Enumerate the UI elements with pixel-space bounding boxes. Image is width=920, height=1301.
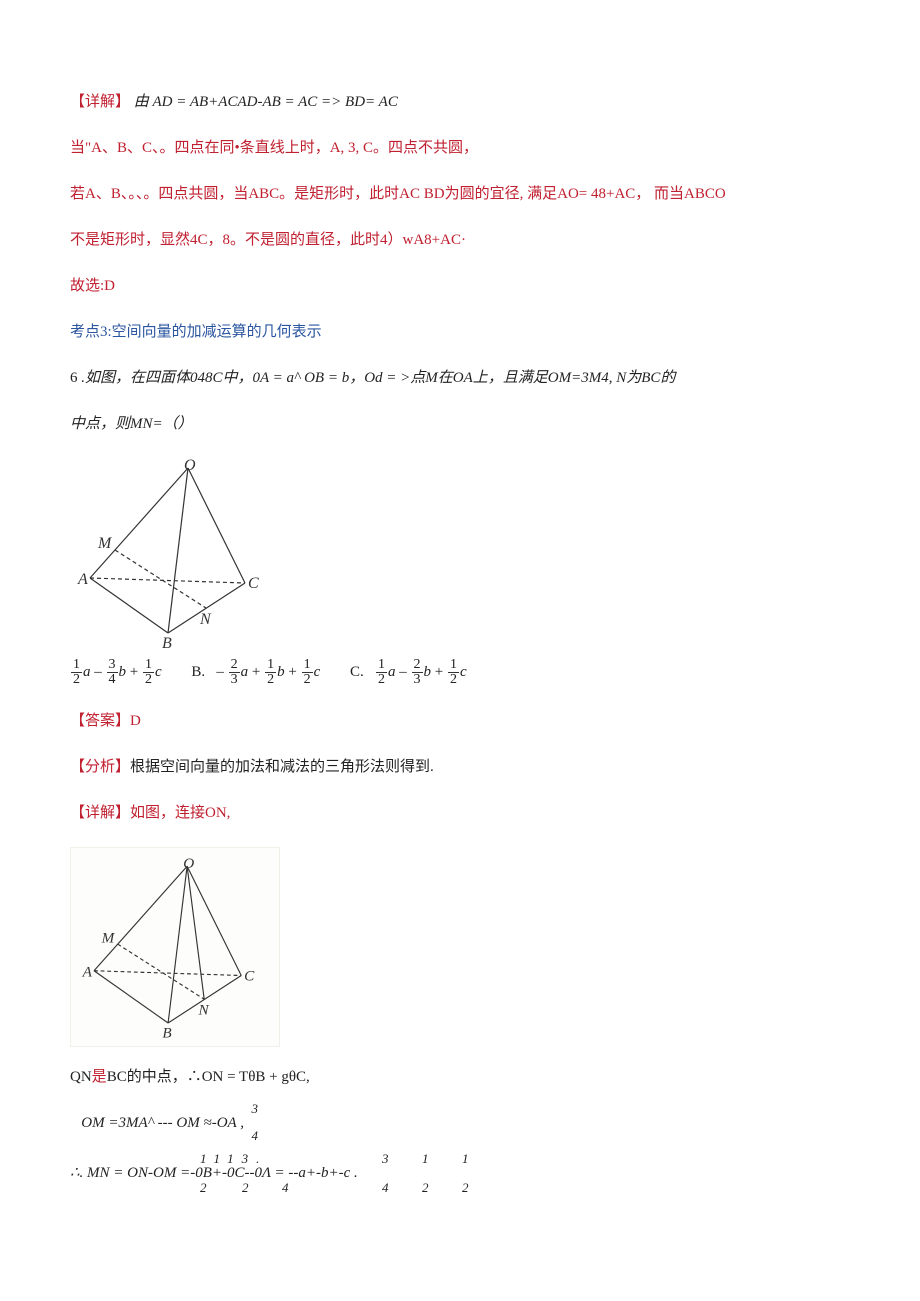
analysis-body: 根据空间向量的加法和减法的三角形法则得到.: [130, 759, 434, 775]
choices-row: 12a – 34b + 12c B. – 23a + 12b + 12c C. …: [70, 658, 850, 687]
detail2-tag: 【详解】: [70, 805, 130, 821]
om-under: 4: [248, 1126, 262, 1147]
tetra-figure-2-box: O A B C M N: [70, 847, 280, 1047]
analysis-line: 【分析】根据空间向量的加法和减法的三角形法则得到.: [70, 755, 850, 779]
mn-under1: 2: [200, 1178, 207, 1199]
om-body: OM =3MA^ --- OM ≈-OA ,: [81, 1115, 244, 1131]
label2-O: O: [183, 855, 194, 872]
line-MN: 1113. 2 2 4 3 1 1 4 2 2 ∴. MN = ON-OM =-…: [70, 1161, 850, 1185]
line-collinear: 当"A、B、C、。四点在同•条直线上时，A, 3, C。四点不共圆，: [70, 136, 850, 160]
choice-c: C. 12a – 23b + 12c: [350, 658, 467, 687]
choice-b-label: B.: [191, 664, 205, 680]
question-6-line1: 6 .如图，在四面体048C中，0A = a^ OB = b，Od = >点M在…: [70, 366, 850, 390]
detail2-body: 如图，连接ON,: [130, 805, 230, 821]
mn-rover1: 3: [382, 1149, 389, 1170]
detail-paragraph-1: 【详解】 由 AD = AB+ACAD-AB = AC => BD= AC: [70, 90, 850, 114]
mn-rover3: 1: [462, 1149, 469, 1170]
mn-rover2: 1: [422, 1149, 429, 1170]
topic-3-heading: 考点3:空间向量的加减运算的几何表示: [70, 320, 850, 344]
mn-runder2: 2: [422, 1178, 429, 1199]
label-A: A: [77, 571, 88, 588]
tetrahedron-figure-1: O A B C M N: [70, 458, 270, 648]
qn-pre: QN: [70, 1069, 92, 1085]
mn-under3: 4: [282, 1178, 289, 1199]
q6-number: 6: [70, 370, 81, 386]
qn-post: BC的中点，∴ON = TθB + gθC,: [107, 1069, 310, 1085]
choice-a: 12a – 34b + 12c: [70, 658, 162, 687]
label-N: N: [199, 611, 212, 628]
label2-M: M: [101, 929, 116, 946]
label2-A: A: [82, 963, 93, 980]
q6-body1: .如图，在四面体048C中，0A = a^ OB = b，Od = >点M在OA…: [81, 370, 675, 386]
detail-tag: 【详解】: [70, 94, 130, 110]
line-OM: OM =3MA^ --- OM ≈-OA , 3 4: [70, 1111, 850, 1135]
line-QN: QN是BC的中点，∴ON = TθB + gθC,: [70, 1065, 850, 1089]
detail-line-2: 【详解】如图，连接ON,: [70, 801, 850, 825]
line-cocircular-2: 不是矩形时，显然4C，8。不是圆的直径，此时4）wA8+AC·: [70, 228, 850, 252]
answer-tag: 【答案】: [70, 713, 130, 729]
answer-choice-line: 故选:D: [70, 274, 850, 298]
question-6-line2: 中点，则MN=（）: [70, 412, 850, 436]
label2-B: B: [162, 1024, 171, 1041]
mn-runder3: 2: [462, 1178, 469, 1199]
mn-runder1: 4: [382, 1178, 389, 1199]
label-M: M: [97, 535, 113, 552]
choice-c-label: C.: [350, 664, 364, 680]
tetrahedron-figure-2: O A B C M N: [75, 852, 265, 1042]
label-O: O: [184, 458, 196, 474]
choice-b: B. – 23a + 12b + 12c: [191, 658, 320, 687]
mn-under2: 2: [242, 1178, 249, 1199]
mn-over: 1113.: [200, 1149, 267, 1170]
qn-mid: 是: [92, 1069, 107, 1085]
detail-body: 由 AD = AB+ACAD-AB = AC => BD= AC: [134, 94, 398, 110]
label-B: B: [162, 635, 172, 648]
label2-C: C: [244, 967, 255, 984]
line-cocircular-1: 若A、B、。、。四点共圆，当ABC。是矩形时，此时AC BD为圆的宜径, 满足A…: [70, 182, 850, 206]
om-over: 3: [248, 1099, 262, 1120]
answer-line: 【答案】D: [70, 709, 850, 733]
analysis-tag: 【分析】: [70, 759, 130, 775]
label-C: C: [248, 575, 259, 592]
answer-value: D: [130, 713, 141, 729]
label2-N: N: [198, 1001, 210, 1018]
